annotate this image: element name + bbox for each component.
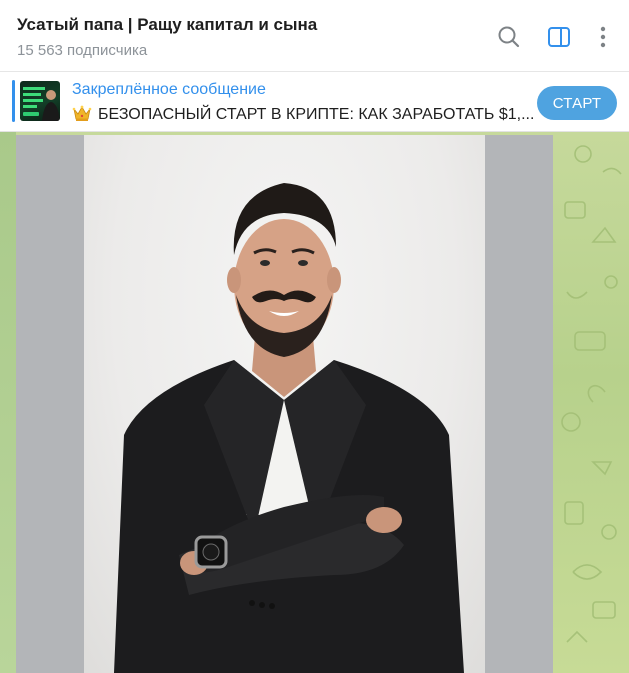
search-icon[interactable]	[496, 24, 522, 50]
pinned-thumbnail	[20, 81, 60, 121]
chat-background-edge	[0, 132, 16, 673]
chat-background	[0, 132, 629, 673]
pinned-message-bar[interactable]: Закреплённое сообщение БЕЗОПАСНЫЙ СТАРТ …	[0, 72, 629, 132]
start-button[interactable]: СТАРТ	[537, 86, 617, 120]
subscriber-count: 15 563 подписчика	[17, 42, 148, 59]
chat-header: Усатый папа | Ращу капитал и сына 15 563…	[0, 0, 629, 72]
sidebar-toggle-icon[interactable]	[546, 24, 572, 50]
pinned-indicator	[12, 80, 15, 122]
pinned-text: БЕЗОПАСНЫЙ СТАРТ В КРИПТЕ: КАК ЗАРАБОТАТ…	[98, 106, 535, 123]
crown-icon	[72, 104, 92, 127]
doodle-pattern	[561, 145, 622, 643]
channel-title[interactable]: Усатый папа | Ращу капитал и сына	[17, 15, 317, 35]
pinned-text-line: БЕЗОПАСНЫЙ СТАРТ В КРИПТЕ: КАК ЗАРАБОТАТ…	[72, 104, 534, 127]
portrait-photo	[84, 135, 485, 673]
more-vertical-icon[interactable]	[590, 24, 616, 50]
message-photo[interactable]	[16, 135, 553, 673]
pinned-label: Закреплённое сообщение	[72, 81, 266, 98]
